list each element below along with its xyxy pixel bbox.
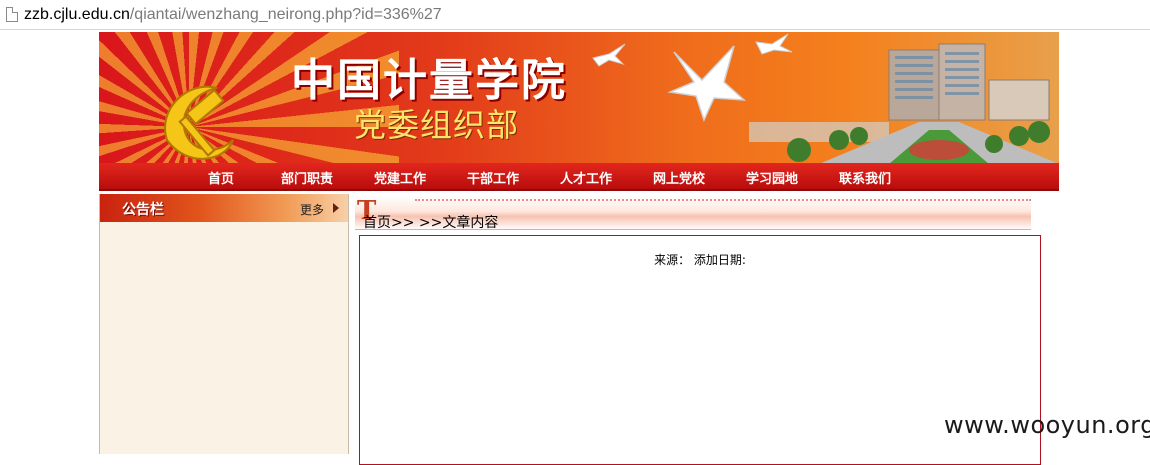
nav-item-home[interactable]: 首页	[208, 168, 234, 187]
url-host: zzb.cjlu.edu.cn	[24, 6, 130, 23]
browser-address-bar[interactable]: zzb.cjlu.edu.cn/qiantai/wenzhang_neirong…	[0, 0, 1150, 30]
breadcrumb-underline	[355, 229, 1031, 230]
breadcrumb-bar: T 首页>> >>文章内容	[355, 196, 1031, 231]
nav-item-talent-work[interactable]: 人才工作	[560, 168, 612, 187]
nav-item-party-building[interactable]: 党建工作	[374, 168, 426, 187]
nav-item-department-duties[interactable]: 部门职责	[281, 168, 333, 187]
url-path: /qiantai/wenzhang_neirong.php?id=336%27	[129, 6, 442, 23]
main-navigation: 首页 部门职责 党建工作 干部工作 人才工作 网上党校 学习园地 联系我们	[99, 163, 1059, 191]
nav-item-contact-us[interactable]: 联系我们	[839, 168, 891, 187]
site-subtitle: 党委组织部	[354, 106, 520, 144]
article-meta: 来源： 添加日期:	[654, 253, 746, 267]
watermark: www.wooyun.org	[944, 411, 1150, 439]
more-link[interactable]: 更多	[300, 201, 324, 218]
dotted-divider	[415, 199, 1031, 201]
nav-item-cadre-work[interactable]: 干部工作	[467, 168, 519, 187]
dove-icon	[592, 43, 626, 67]
announcement-header: 公告栏 更多	[100, 194, 348, 222]
more-arrow-icon[interactable]	[333, 203, 339, 213]
url-text[interactable]: zzb.cjlu.edu.cn/qiantai/wenzhang_neirong…	[24, 5, 442, 25]
article-box: 来源： 添加日期:	[359, 235, 1041, 465]
campus-buildings-image	[749, 43, 1059, 164]
nav-item-online-party-school[interactable]: 网上党校	[653, 168, 705, 187]
hammer-sickle-emblem-icon	[164, 85, 234, 160]
site-title: 中国计量学院	[291, 55, 567, 106]
announcement-sidebar: 公告栏 更多	[99, 194, 349, 454]
page-icon	[6, 7, 18, 22]
announcement-title: 公告栏	[122, 202, 164, 218]
nav-item-study-garden[interactable]: 学习园地	[746, 168, 798, 187]
dove-icon	[667, 45, 747, 122]
site-banner: 中国计量学院 党委组织部	[99, 32, 1059, 164]
